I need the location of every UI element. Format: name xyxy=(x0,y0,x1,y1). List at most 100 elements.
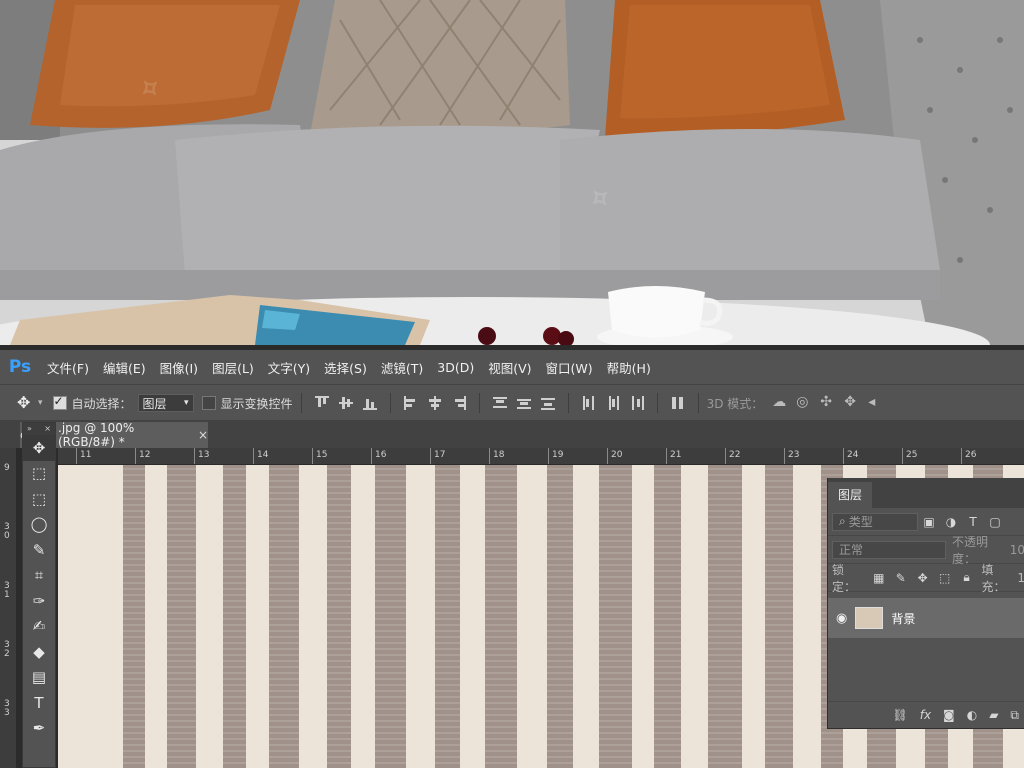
ruler-tick-label: 21 xyxy=(670,450,682,460)
distribute-vcenter-icon[interactable] xyxy=(516,396,531,410)
menu-file[interactable]: 文件(F) xyxy=(47,358,89,377)
fill-value[interactable]: 1 xyxy=(1017,571,1024,585)
menu-view[interactable]: 视图(V) xyxy=(488,358,531,377)
menu-layer[interactable]: 图层(L) xyxy=(212,358,254,377)
menu-window[interactable]: 窗口(W) xyxy=(546,358,593,377)
align-bottom-icon[interactable] xyxy=(362,396,377,410)
menu-help[interactable]: 帮助(H) xyxy=(607,358,651,377)
menu-edit[interactable]: 编辑(E) xyxy=(103,358,146,377)
quick-select-tool[interactable]: ✎ xyxy=(23,537,55,563)
ruler-tick-label: 24 xyxy=(847,450,859,460)
filter-type-icon[interactable]: T xyxy=(966,515,980,529)
fabric-stripe xyxy=(435,465,460,768)
auto-select-label: 自动选择： xyxy=(71,396,132,411)
3d-pan-icon[interactable]: ✣ xyxy=(820,394,838,412)
move-tool[interactable]: ✥ xyxy=(23,435,55,461)
filter-adjustment-icon[interactable]: ◑ xyxy=(944,515,958,529)
layer-row-background[interactable]: ◉ 背景 xyxy=(828,598,1024,638)
chevron-down-icon[interactable]: ▾ xyxy=(38,398,43,408)
3d-orbit-icon[interactable]: ☁ xyxy=(772,394,790,412)
marquee-icon: ⬚ xyxy=(31,489,47,508)
filter-pixel-icon[interactable]: ▣ xyxy=(922,515,936,529)
eraser-tool[interactable]: ◆ xyxy=(23,639,55,665)
show-transform-checkbox[interactable] xyxy=(201,396,216,410)
eraser-icon: ◆ xyxy=(33,642,45,661)
align-right-icon[interactable] xyxy=(452,396,466,410)
ruler-tick-label: 9 xyxy=(4,463,10,473)
ruler-tick-label: 18 xyxy=(493,450,505,460)
align-vcenter-icon[interactable] xyxy=(338,396,353,410)
move-tool-preset-icon[interactable]: ✥ xyxy=(17,394,35,412)
link-icon[interactable]: ⛓ xyxy=(892,708,907,722)
lasso-tool[interactable]: ◯ xyxy=(23,512,55,538)
menu-filter[interactable]: 滤镜(T) xyxy=(381,358,423,377)
menu-image[interactable]: 图像(I) xyxy=(160,358,198,377)
auto-align-icon[interactable] xyxy=(671,396,685,410)
menu-type[interactable]: 文字(Y) xyxy=(268,358,310,377)
opacity-value[interactable]: 10 xyxy=(1010,543,1024,557)
ruler-tick-label: 25 xyxy=(906,450,918,460)
filter-shape-icon[interactable]: ▢ xyxy=(988,515,1002,529)
ruler-tick xyxy=(725,448,726,464)
menu-3d[interactable]: 3D(D) xyxy=(437,360,474,375)
fabric-stripe xyxy=(599,465,632,768)
lock-artboard-icon[interactable]: ⬚ xyxy=(938,571,952,585)
align-left-icon[interactable] xyxy=(403,396,418,410)
distribute-bottom-icon[interactable] xyxy=(540,396,555,410)
eye-icon[interactable]: ◉ xyxy=(836,611,847,626)
align-top-icon[interactable] xyxy=(314,396,329,410)
tools-panel-header[interactable]: » × xyxy=(23,423,55,435)
sofa-photo xyxy=(0,0,1024,345)
menu-select[interactable]: 选择(S) xyxy=(324,358,367,377)
blend-mode-dropdown[interactable]: 正常 xyxy=(832,540,946,559)
ruler-tick-label: 11 xyxy=(80,450,92,460)
crop-tool[interactable]: ⌗ xyxy=(23,563,55,589)
3d-camera-icon[interactable]: ◂ xyxy=(868,394,886,412)
lock-row: 锁定： ▦ ✎ ✥ ⬚ 🔒︎ 填充： 1 xyxy=(828,562,1024,594)
type-tool[interactable]: T xyxy=(23,690,55,716)
auto-select-checkbox[interactable] xyxy=(52,394,67,410)
fabric-stripe xyxy=(223,465,246,768)
new-layer-icon[interactable]: ⧉ xyxy=(1010,708,1019,723)
layer-filter-dropdown[interactable]: ⌕ 类型 xyxy=(832,512,918,531)
vertical-ruler: 9 30 31 32 33 xyxy=(0,448,16,768)
folder-icon[interactable]: ▰ xyxy=(989,708,998,722)
show-transform-label: 显示变换控件 xyxy=(220,396,293,411)
lock-position-icon[interactable]: ✥ xyxy=(916,571,930,585)
eyedropper-tool[interactable]: ✑ xyxy=(23,588,55,614)
distribute-left-icon[interactable] xyxy=(582,396,596,410)
lock-all-icon[interactable]: 🔒︎ xyxy=(960,570,974,585)
3d-roll-icon[interactable]: ◎ xyxy=(796,394,814,412)
lock-brush-icon[interactable]: ✎ xyxy=(894,571,908,585)
lock-label: 锁定： xyxy=(832,562,857,594)
lasso-icon: ◯ xyxy=(30,515,48,534)
mask-icon[interactable]: ◙ xyxy=(943,708,955,722)
adjustment-icon[interactable]: ◐ xyxy=(967,708,977,722)
divider xyxy=(656,393,658,413)
document-tab-bar: c .jpg @ 100%(RGB/8#) * × xyxy=(0,420,1024,449)
ruler-tick xyxy=(666,448,667,464)
3d-slide-icon[interactable]: ✥ xyxy=(844,394,862,412)
expand-icon[interactable]: » xyxy=(27,423,32,435)
gradient-tool[interactable]: ▤ xyxy=(23,665,55,691)
artboard-tool[interactable]: ⬚ xyxy=(23,461,55,487)
lock-transparent-icon[interactable]: ▦ xyxy=(872,571,886,585)
divider xyxy=(478,393,480,413)
ruler-tick xyxy=(607,448,608,464)
close-icon[interactable]: × xyxy=(44,423,51,435)
marquee-tool[interactable]: ⬚ xyxy=(23,486,55,512)
tab-layers[interactable]: 图层 xyxy=(828,482,873,508)
distribute-hcenter-icon[interactable] xyxy=(606,396,620,410)
layers-panel: 图层 ⌕ 类型 ▣ ◑ T ▢ 正常 不透明度： 10 锁定： ▦ ✎ ✥ ⬚ … xyxy=(827,478,1024,729)
fx-icon[interactable]: fx xyxy=(920,708,931,722)
align-hcenter-icon[interactable] xyxy=(428,396,442,410)
pen-tool[interactable]: ✒ xyxy=(23,716,55,742)
auto-select-target-dropdown[interactable]: 图层 ▾ xyxy=(137,394,194,412)
ruler-tick xyxy=(312,448,313,464)
close-icon[interactable]: × xyxy=(198,428,208,442)
distribute-top-icon[interactable] xyxy=(492,396,507,410)
brush-tool[interactable]: ✍ xyxy=(23,614,55,640)
distribute-right-icon[interactable] xyxy=(630,396,644,410)
ruler-tick-label: 19 xyxy=(552,450,564,460)
ruler-tick-label: 32 xyxy=(4,640,10,659)
